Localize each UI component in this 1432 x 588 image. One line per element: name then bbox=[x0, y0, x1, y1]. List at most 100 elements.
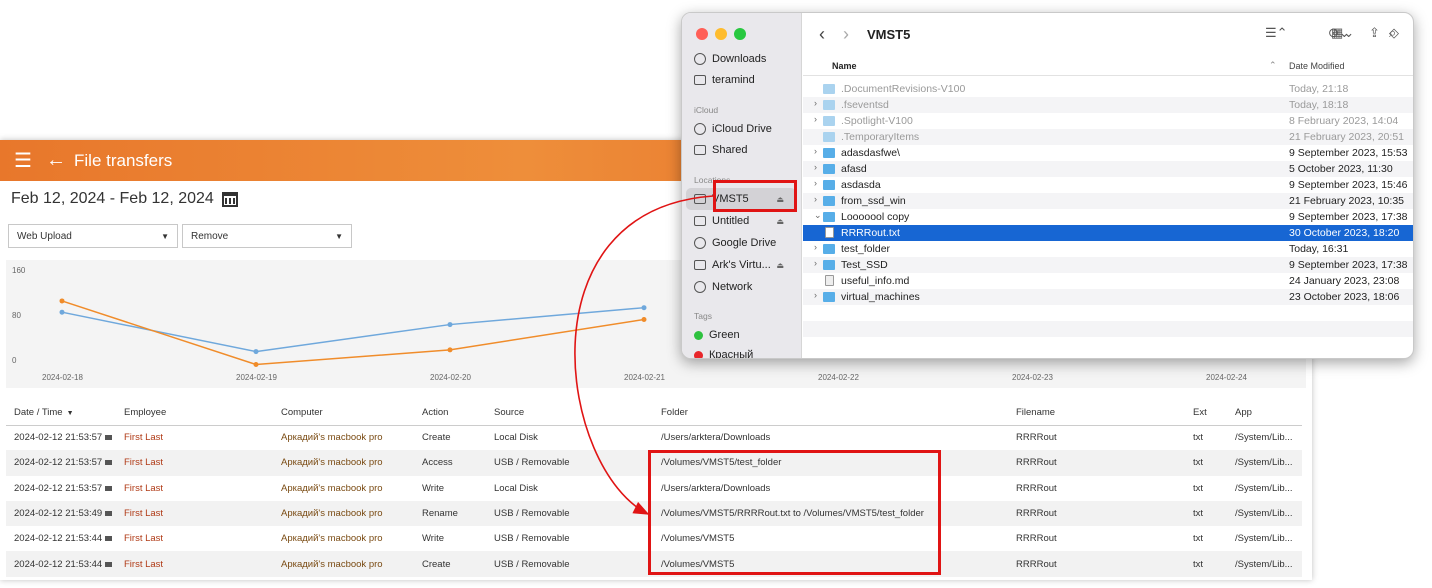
back-arrow-icon[interactable]: ← bbox=[46, 149, 66, 172]
video-camera-icon[interactable] bbox=[105, 485, 113, 491]
data-point[interactable] bbox=[253, 349, 259, 355]
disclosure-collapsed-icon[interactable]: › bbox=[814, 162, 817, 172]
data-point[interactable] bbox=[59, 309, 65, 315]
folder-icon bbox=[823, 212, 835, 222]
eject-icon[interactable]: ⏏ bbox=[776, 261, 784, 270]
disclosure-collapsed-icon[interactable]: › bbox=[814, 98, 817, 108]
cell-employee[interactable]: First Last bbox=[116, 551, 273, 577]
sidebar-tag-green[interactable]: Green bbox=[694, 327, 740, 343]
data-point[interactable] bbox=[447, 322, 453, 328]
more-options-icon[interactable]: ⊙⌄ bbox=[1328, 25, 1350, 41]
sidebar-item-downloads[interactable]: Downloads bbox=[694, 51, 766, 67]
transfer-type-select[interactable]: Web Upload ▼ bbox=[8, 224, 178, 248]
file-row[interactable]: › virtual_machines 23 October 2023, 18:06 bbox=[803, 289, 1413, 305]
sidebar-item-teramind[interactable]: teramind bbox=[694, 72, 755, 88]
column-header-folder[interactable]: Folder bbox=[653, 400, 1008, 426]
video-camera-icon[interactable] bbox=[105, 536, 113, 542]
disclosure-collapsed-icon[interactable]: › bbox=[814, 290, 817, 300]
file-row[interactable]: › afasd 5 October 2023, 11:30 bbox=[803, 161, 1413, 177]
sidebar-item-untitled[interactable]: Untitled ⏏ bbox=[694, 213, 794, 229]
column-header-ext[interactable]: Ext bbox=[1185, 400, 1227, 426]
column-header-action[interactable]: Action bbox=[414, 400, 486, 426]
share-icon[interactable]: ⇪ bbox=[1369, 25, 1380, 41]
video-camera-icon[interactable] bbox=[105, 511, 113, 517]
cell-datetime-text: 2024-02-12 21:53:49 bbox=[14, 508, 103, 520]
column-header-source[interactable]: Source bbox=[486, 400, 653, 426]
video-camera-icon[interactable] bbox=[105, 460, 113, 466]
video-camera-icon[interactable] bbox=[105, 561, 113, 567]
file-row[interactable]: › test_folder Today, 16:31 bbox=[803, 241, 1413, 257]
action-select[interactable]: Remove ▼ bbox=[182, 224, 352, 248]
cell-computer[interactable]: Аркадий's macbook pro bbox=[273, 500, 414, 527]
file-row[interactable]: RRRRout.txt 30 October 2023, 18:20 bbox=[803, 225, 1413, 241]
cell-computer[interactable]: Аркадий's macbook pro bbox=[273, 425, 414, 450]
calendar-icon[interactable] bbox=[221, 191, 238, 207]
y-tick-label: 160 bbox=[12, 266, 26, 275]
date-range-picker[interactable]: Feb 12, 2024 - Feb 12, 2024 bbox=[11, 190, 238, 208]
column-header-employee[interactable]: Employee bbox=[116, 400, 273, 426]
file-row[interactable]: .DocumentRevisions-V100 Today, 21:18 bbox=[803, 81, 1413, 97]
sidebar-item-network[interactable]: Network bbox=[694, 279, 752, 295]
sidebar-item-google-drive[interactable]: Google Drive bbox=[694, 235, 776, 251]
close-window-button[interactable] bbox=[696, 28, 708, 40]
file-row[interactable]: ⌄ Looooool copy 9 September 2023, 17:38 bbox=[803, 209, 1413, 225]
sidebar-item-arks-virtual[interactable]: Ark's Virtu... ⏏ bbox=[694, 257, 794, 273]
disclosure-collapsed-icon[interactable]: › bbox=[814, 258, 817, 268]
data-point[interactable] bbox=[641, 317, 647, 322]
cell-employee[interactable]: First Last bbox=[116, 500, 273, 527]
sidebar-item-shared[interactable]: Shared bbox=[694, 142, 747, 158]
hamburger-menu-icon[interactable]: ☰ bbox=[12, 148, 34, 173]
column-header-date-time[interactable]: Date / Time ▼ bbox=[6, 400, 116, 426]
date-column-header[interactable]: Date Modified bbox=[1289, 61, 1345, 71]
data-point[interactable] bbox=[447, 347, 453, 353]
sort-desc-icon[interactable]: ▼ bbox=[67, 410, 74, 417]
sidebar-item-icloud-drive[interactable]: iCloud Drive bbox=[694, 121, 772, 137]
table-row[interactable]: 2024-02-12 21:53:57 First Last Аркадий's m… bbox=[6, 425, 1302, 450]
file-row[interactable]: .TemporaryItems 21 February 2023, 20:51 bbox=[803, 129, 1413, 145]
sidebar-tag-red[interactable]: Красный bbox=[694, 347, 753, 358]
cell-action: Access bbox=[414, 450, 486, 476]
cell-computer[interactable]: Аркадий's macbook pro bbox=[273, 551, 414, 577]
cell-computer[interactable]: Аркадий's macbook pro bbox=[273, 526, 414, 551]
file-name: .Spotlight-V100 bbox=[841, 115, 913, 127]
video-camera-icon[interactable] bbox=[105, 435, 113, 441]
disclosure-collapsed-icon[interactable]: › bbox=[814, 114, 817, 124]
cell-computer[interactable]: Аркадий's macbook pro bbox=[273, 476, 414, 501]
cell-employee[interactable]: First Last bbox=[116, 425, 273, 450]
forward-chevron-icon[interactable]: › bbox=[843, 24, 849, 45]
column-header-computer[interactable]: Computer bbox=[273, 400, 414, 426]
file-row[interactable]: › from_ssd_win 21 February 2023, 10:35 bbox=[803, 193, 1413, 209]
search-icon[interactable]: ⌕ bbox=[1389, 25, 1396, 41]
highlight-folder-column bbox=[648, 450, 941, 575]
file-row[interactable]: › .Spotlight-V100 8 February 2023, 14:04 bbox=[803, 113, 1413, 129]
disclosure-collapsed-icon[interactable]: › bbox=[814, 194, 817, 204]
disclosure-expanded-icon[interactable]: ⌄ bbox=[814, 210, 822, 221]
zoom-window-button[interactable] bbox=[734, 28, 746, 40]
file-row[interactable]: › .fseventsd Today, 18:18 bbox=[803, 97, 1413, 113]
file-row[interactable]: › Test_SSD 9 September 2023, 17:38 bbox=[803, 257, 1413, 273]
data-point[interactable] bbox=[253, 362, 259, 367]
file-row[interactable]: › asdasda 9 September 2023, 15:46 bbox=[803, 177, 1413, 193]
back-chevron-icon[interactable]: ‹ bbox=[819, 24, 825, 45]
sort-chevron-icon[interactable]: ⌃ bbox=[1269, 60, 1277, 71]
cell-employee[interactable]: First Last bbox=[116, 476, 273, 501]
data-point[interactable] bbox=[59, 298, 65, 304]
cell-filename: RRRRout bbox=[1008, 425, 1185, 450]
disclosure-collapsed-icon[interactable]: › bbox=[814, 146, 817, 156]
cell-computer[interactable]: Аркадий's macbook pro bbox=[273, 450, 414, 476]
file-row[interactable]: › adasdasfwe\ 9 September 2023, 15:53 bbox=[803, 145, 1413, 161]
page-title: File transfers bbox=[74, 150, 173, 170]
file-row[interactable]: useful_info.md 24 January 2023, 23:08 bbox=[803, 273, 1413, 289]
minimize-window-button[interactable] bbox=[715, 28, 727, 40]
cell-employee[interactable]: First Last bbox=[116, 450, 273, 476]
column-header-app[interactable]: App bbox=[1227, 400, 1302, 426]
data-point[interactable] bbox=[641, 305, 647, 311]
cell-employee[interactable]: First Last bbox=[116, 526, 273, 551]
column-header-filename[interactable]: Filename bbox=[1008, 400, 1185, 426]
disclosure-collapsed-icon[interactable]: › bbox=[814, 242, 817, 252]
sidebar-item-label: Downloads bbox=[712, 53, 767, 65]
eject-icon[interactable]: ⏏ bbox=[776, 217, 784, 226]
name-column-header[interactable]: Name bbox=[832, 61, 857, 71]
disclosure-collapsed-icon[interactable]: › bbox=[814, 178, 817, 188]
list-view-icon[interactable]: ☰⌃ bbox=[1265, 25, 1288, 41]
